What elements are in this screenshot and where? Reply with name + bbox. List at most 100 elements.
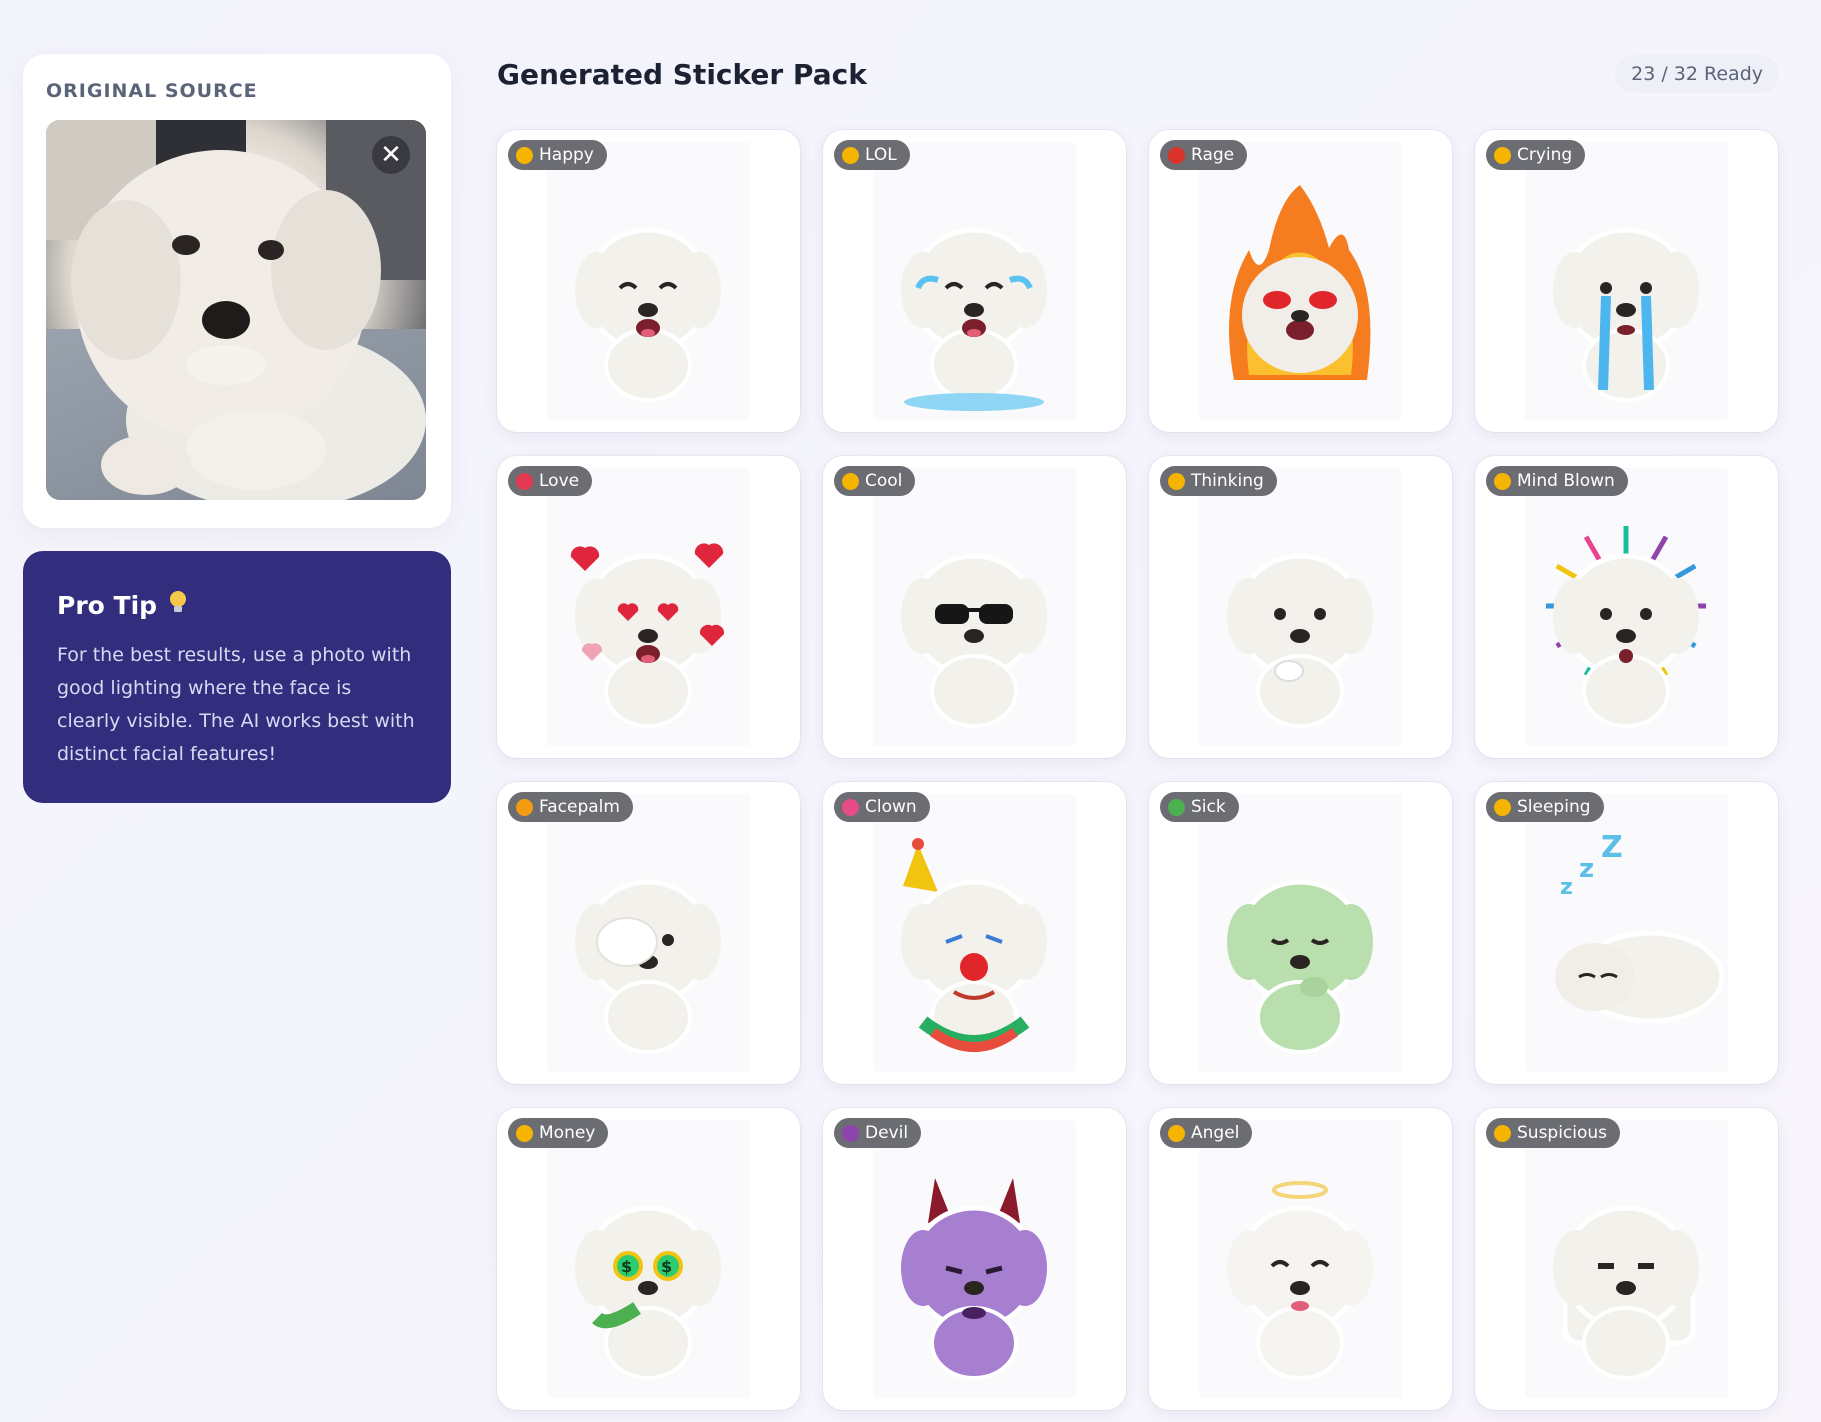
sticker-label: Suspicious (1517, 1123, 1608, 1143)
page-title: Generated Sticker Pack (497, 57, 867, 91)
sticker-card-mind-blown[interactable]: Mind Blown (1475, 456, 1778, 758)
sticker-label: Devil (865, 1123, 909, 1143)
sticker-card-clown[interactable]: Clown (823, 782, 1126, 1084)
sticker-tag: Love (508, 466, 593, 496)
sticker-tag: Happy (508, 140, 607, 170)
angry-face-icon (1168, 146, 1185, 164)
angel-face-icon (1168, 1124, 1185, 1142)
sticker-image (901, 553, 1047, 728)
exploding-head-icon (1494, 472, 1511, 490)
sticker-card-devil[interactable]: Devil (823, 1108, 1126, 1410)
grinning-face-icon (516, 146, 533, 164)
sticker-tag: Sleeping (1486, 792, 1604, 822)
lightbulb-icon (167, 589, 189, 621)
sticker-card-suspicious[interactable]: Suspicious (1475, 1108, 1778, 1410)
svg-text:z: z (1560, 875, 1573, 900)
sunglasses-face-icon (842, 472, 859, 490)
sticker-image (1553, 227, 1699, 402)
sticker-label: Angel (1191, 1123, 1240, 1143)
sticker-card-crying[interactable]: Crying (1475, 130, 1778, 432)
sticker-label: Money (539, 1123, 596, 1143)
sticker-label: Love (539, 471, 580, 491)
svg-text:$: $ (621, 1257, 632, 1276)
sticker-tag: Rage (1160, 140, 1248, 170)
original-source-label: ORIGINAL SOURCE (46, 80, 258, 102)
sticker-image (575, 879, 721, 1054)
sticker-card-rage[interactable]: Rage (1149, 130, 1452, 432)
sticker-image (1227, 879, 1373, 1054)
pro-tip-card: Pro Tip For the best results, use a phot… (23, 551, 451, 803)
sticker-tag: Mind Blown (1486, 466, 1628, 496)
suspicious-face-icon (1494, 1124, 1511, 1142)
nauseated-face-icon (1168, 798, 1185, 816)
sticker-card-angel[interactable]: Angel (1149, 1108, 1452, 1410)
svg-text:z: z (1579, 854, 1594, 884)
sticker-image (901, 227, 1047, 411)
sticker-tag: Suspicious (1486, 1118, 1621, 1148)
sticker-card-love[interactable]: Love (497, 456, 800, 758)
sticker-card-thinking[interactable]: Thinking (1149, 456, 1452, 758)
heart-eyes-face-icon (516, 472, 533, 490)
sticker-card-happy[interactable]: Happy (497, 130, 800, 432)
crying-face-icon (1494, 146, 1511, 164)
clown-face-icon (842, 798, 859, 816)
sticker-card-money[interactable]: $ $ Money (497, 1108, 800, 1410)
sticker-image (575, 227, 721, 402)
sticker-tag: Crying (1486, 140, 1586, 170)
sticker-label: Sleeping (1517, 797, 1591, 817)
pro-tip-body: For the best results, use a photo with g… (57, 644, 415, 765)
sticker-label: Facepalm (539, 797, 620, 817)
pro-tip-title-row: Pro Tip (57, 589, 417, 621)
sticker-tag: Facepalm (508, 792, 633, 822)
sticker-tag: LOL (834, 140, 910, 170)
sticker-label: Crying (1517, 145, 1573, 165)
sleeping-face-icon (1494, 798, 1511, 816)
facepalm-icon (516, 798, 533, 816)
sticker-tag: Thinking (1160, 466, 1277, 496)
sticker-tag: Devil (834, 1118, 922, 1148)
sticker-image (1227, 553, 1373, 728)
sticker-tag: Clown (834, 792, 930, 822)
sticker-image (901, 838, 1047, 1054)
sticker-image (901, 1178, 1047, 1380)
sticker-card-cool[interactable]: Cool (823, 456, 1126, 758)
sticker-image (1553, 1205, 1699, 1380)
sticker-label: Clown (865, 797, 917, 817)
sticker-label: Happy (539, 145, 594, 165)
panel-header: Generated Sticker Pack 23 / 32 Ready (497, 54, 1779, 94)
svg-text:$: $ (661, 1257, 672, 1276)
sticker-label: Sick (1191, 797, 1226, 817)
left-column: ORIGINAL SOURCE ✕ Pro Tip For the best r… (23, 54, 451, 803)
rolling-laughing-face-icon (842, 146, 859, 164)
sticker-image (570, 543, 725, 728)
source-photo: ✕ (46, 120, 426, 500)
remove-photo-button[interactable]: ✕ (372, 136, 410, 174)
sticker-card-sleeping[interactable]: z z Z Sleeping (1475, 782, 1778, 1084)
dog-photo-illustration (46, 120, 426, 500)
sticker-grid: Happy LOL Rage Crying Love Cool Thinking … (497, 130, 1779, 1410)
ready-count-badge: 23 / 32 Ready (1615, 55, 1779, 93)
sticker-label: Thinking (1191, 471, 1264, 491)
thinking-face-icon (1168, 472, 1185, 490)
sticker-image (1227, 1181, 1373, 1380)
sticker-image: zzZ (1555, 830, 1725, 1024)
smiling-devil-icon (842, 1124, 859, 1142)
money-mouth-face-icon (516, 1124, 533, 1142)
sticker-tag: Money (508, 1118, 609, 1148)
sticker-card-facepalm[interactable]: Facepalm (497, 782, 800, 1084)
sticker-label: LOL (865, 145, 897, 165)
sticker-pack-panel: Generated Sticker Pack 23 / 32 Ready Hap… (497, 54, 1779, 1410)
sticker-tag: Sick (1160, 792, 1239, 822)
sticker-label: Rage (1191, 145, 1235, 165)
original-source-card: ORIGINAL SOURCE ✕ (23, 54, 451, 528)
sticker-tag: Cool (834, 466, 916, 496)
sticker-image: $ $ (575, 1205, 721, 1380)
svg-text:Z: Z (1601, 830, 1623, 865)
sticker-tag: Angel (1160, 1118, 1253, 1148)
sticker-label: Mind Blown (1517, 471, 1615, 491)
sticker-card-lol[interactable]: LOL (823, 130, 1126, 432)
sticker-label: Cool (865, 471, 903, 491)
sticker-image (1229, 185, 1371, 380)
sticker-card-sick[interactable]: Sick (1149, 782, 1452, 1084)
sticker-image (1546, 526, 1706, 728)
